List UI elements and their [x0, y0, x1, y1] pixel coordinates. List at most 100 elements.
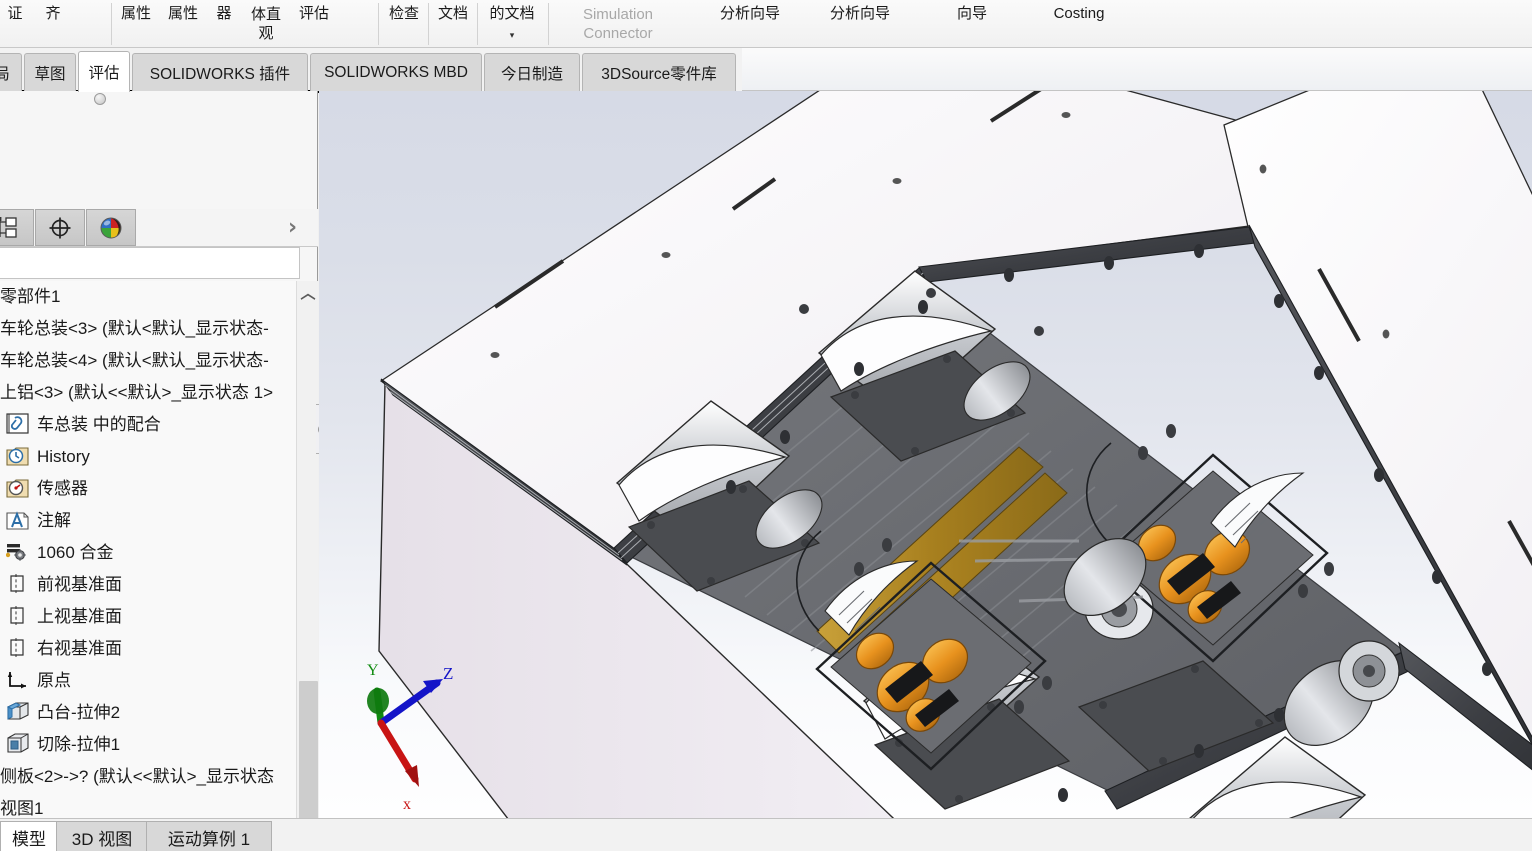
feature-tree-item[interactable]: 车总装 中的配合	[0, 409, 161, 441]
ribbon-label: Connector	[583, 25, 653, 42]
ribbon-label: 齐	[45, 5, 61, 22]
triad-x-label: x	[403, 796, 411, 813]
ribbon-label: 文档	[437, 5, 468, 22]
feature-tree-item-label: 右视基准面	[37, 639, 122, 658]
appearance-manager-tab[interactable]	[86, 209, 136, 246]
ribbon-group-0[interactable]: 证	[0, 0, 30, 48]
feature-tree-item[interactable]: History	[0, 441, 90, 473]
ribbon-label: 观	[258, 25, 274, 42]
feature-tree-item-label: 车总装 中的配合	[37, 415, 161, 434]
feature-tree-item-label: 原点	[37, 671, 71, 690]
feature-tree-item[interactable]: 凸台-拉伸2	[0, 697, 120, 729]
plane-icon	[6, 637, 32, 661]
scroll-up-icon[interactable]: ︿	[297, 281, 319, 303]
ribbon-label: 器	[216, 5, 232, 22]
feature-tree-item[interactable]: 传感器	[0, 473, 88, 505]
origin-icon	[6, 669, 32, 693]
ribbon-group-4[interactable]: 器	[211, 0, 237, 48]
ribbon-group-7[interactable]: 检查	[383, 0, 425, 48]
feature-tree-item[interactable]: 零部件1	[0, 281, 60, 313]
feature-tree-vertical-scrollbar[interactable]: ︿ ﹀	[296, 281, 318, 851]
feature-tree-item-label: 上视基准面	[37, 607, 122, 626]
bottom-tab-0[interactable]: 模型	[0, 821, 58, 851]
ribbon-group-8[interactable]: 文档	[432, 0, 474, 48]
feature-tree-item-label: 前视基准面	[37, 575, 122, 594]
ribbon-group-1[interactable]: 齐	[36, 0, 70, 48]
ribbon-separator-1	[378, 3, 379, 45]
triad-y-label: Y	[367, 662, 379, 679]
bottom-tab-2[interactable]: 运动算例 1	[146, 821, 272, 851]
sensors-icon	[6, 477, 32, 501]
feature-tree-item-label: 传感器	[37, 479, 88, 498]
ribbon-toolbar: 证齐属性 属性器体直观评估 检查 文档 的文档 ▾ Simulation Connector 分…	[0, 0, 1532, 48]
feature-tree-item[interactable]: 上视基准面	[0, 601, 122, 633]
command-tab-5[interactable]: 今日制造	[484, 53, 580, 91]
ribbon-label: 属性	[167, 5, 198, 22]
panel-pin-icon[interactable]	[94, 93, 106, 105]
command-tab-1[interactable]: 草图	[24, 53, 76, 91]
ribbon-label: 向导	[956, 5, 987, 22]
panel-expand-icon[interactable]: ›	[288, 215, 297, 240]
feature-tree-item[interactable]: 注解	[0, 505, 71, 537]
feature-tree: 零部件1 车轮总装<3> (默认<默认_显示状态- 车轮总装<4> (默认<默认_显…	[0, 281, 296, 851]
bottom-tab-1[interactable]: 3D 视图	[56, 821, 148, 851]
vertical-scroll-thumb[interactable]	[299, 681, 318, 821]
feature-tree-item[interactable]: 切除-拉伸1	[0, 729, 120, 761]
feature-tree-item[interactable]: 原点	[0, 665, 71, 697]
feature-tree-filter-input[interactable]	[0, 247, 300, 279]
ribbon-group-11[interactable]: 分析向导	[707, 0, 793, 48]
feature-tree-item-label: 车轮总装<3> (默认<默认_显示状态-	[0, 319, 269, 338]
command-tab-3[interactable]: SOLIDWORKS 插件	[132, 53, 308, 91]
ribbon-group-12[interactable]: 分析向导	[817, 0, 903, 48]
ribbon-separator-3	[477, 3, 478, 45]
feature-tree-item[interactable]: 1060 合金	[0, 537, 114, 569]
ribbon-label: 检查	[388, 5, 419, 22]
feature-tree-item-label: 上铝<3> (默认<<默认>_显示状态 1>	[0, 383, 274, 402]
feature-tree-item-label: 1060 合金	[37, 543, 114, 562]
boss-extrude-icon	[6, 701, 32, 725]
ribbon-separator-0	[111, 3, 112, 45]
feature-tree-item-label: 凸台-拉伸2	[37, 703, 121, 722]
command-tab-2[interactable]: 评估	[78, 51, 130, 92]
ribbon-group-6[interactable]: 评估	[293, 0, 335, 48]
triad-z-label: Z	[443, 664, 453, 683]
ribbon-group-3[interactable]: 属性	[163, 0, 203, 48]
ribbon-group-10[interactable]: Simulation Connector	[568, 0, 668, 48]
ribbon-group-9[interactable]: 的文档 ▾	[483, 0, 541, 48]
graphics-viewport[interactable]: Y Z x	[319, 91, 1532, 818]
command-tab-0[interactable]: 局	[0, 53, 22, 91]
ribbon-group-14[interactable]: Costing	[1044, 0, 1114, 48]
feature-tree-item-label: 零部件1	[0, 287, 61, 306]
feature-manager-panel: › 零部件1 车轮总装<3> (默认<默认_显示状态- 车轮总装<4> (默认<默认…	[0, 91, 318, 851]
ribbon-separator-2	[428, 3, 429, 45]
command-tab-4[interactable]: SOLIDWORKS MBD	[310, 53, 482, 91]
feature-tree-item-label: 切除-拉伸1	[37, 735, 121, 754]
ribbon-dropdown-caret-icon[interactable]: ▾	[483, 22, 541, 40]
ribbon-group-5[interactable]: 体直观	[245, 0, 287, 48]
command-tab-6[interactable]: 3DSource零件库	[582, 53, 736, 91]
ribbon-group-2[interactable]: 属性	[116, 0, 156, 48]
bottom-tab-bar: 模型 3D 视图 运动算例 1	[0, 818, 1532, 851]
ribbon-label: 评估	[298, 5, 329, 22]
plane-icon	[6, 573, 32, 597]
solidworks-window: 证齐属性 属性器体直观评估 检查 文档 的文档 ▾ Simulation Connector 分…	[0, 0, 1532, 851]
ribbon-label: 分析向导	[829, 5, 890, 22]
feature-tree-item[interactable]: 车轮总装<4> (默认<默认_显示状态-	[0, 345, 269, 377]
feature-tree-item-label: History	[37, 447, 90, 466]
feature-tree-item[interactable]: 右视基准面	[0, 633, 122, 665]
feature-tree-item[interactable]: 车轮总装<3> (默认<默认_显示状态-	[0, 313, 269, 345]
plane-icon	[6, 605, 32, 629]
property-manager-tab[interactable]	[35, 209, 85, 246]
feature-tree-item[interactable]: 前视基准面	[0, 569, 122, 601]
feature-tree-item[interactable]: 侧板<2>->? (默认<<默认>_显示状态	[0, 761, 274, 793]
mates-icon	[6, 413, 32, 437]
feature-tree-item-label: 注解	[37, 511, 71, 530]
feature-manager-tab[interactable]	[0, 209, 34, 246]
feature-tree-item-label: 侧板<2>->? (默认<<默认>_显示状态	[0, 767, 274, 786]
feature-tree-item[interactable]: 上铝<3> (默认<<默认>_显示状态 1>	[0, 377, 273, 409]
annotations-icon	[6, 509, 32, 533]
ribbon-label: 的文档	[489, 5, 535, 22]
history-icon	[6, 445, 32, 469]
ribbon-group-13[interactable]: 向导	[950, 0, 994, 48]
feature-tree-item-label: 车轮总装<4> (默认<默认_显示状态-	[0, 351, 269, 370]
